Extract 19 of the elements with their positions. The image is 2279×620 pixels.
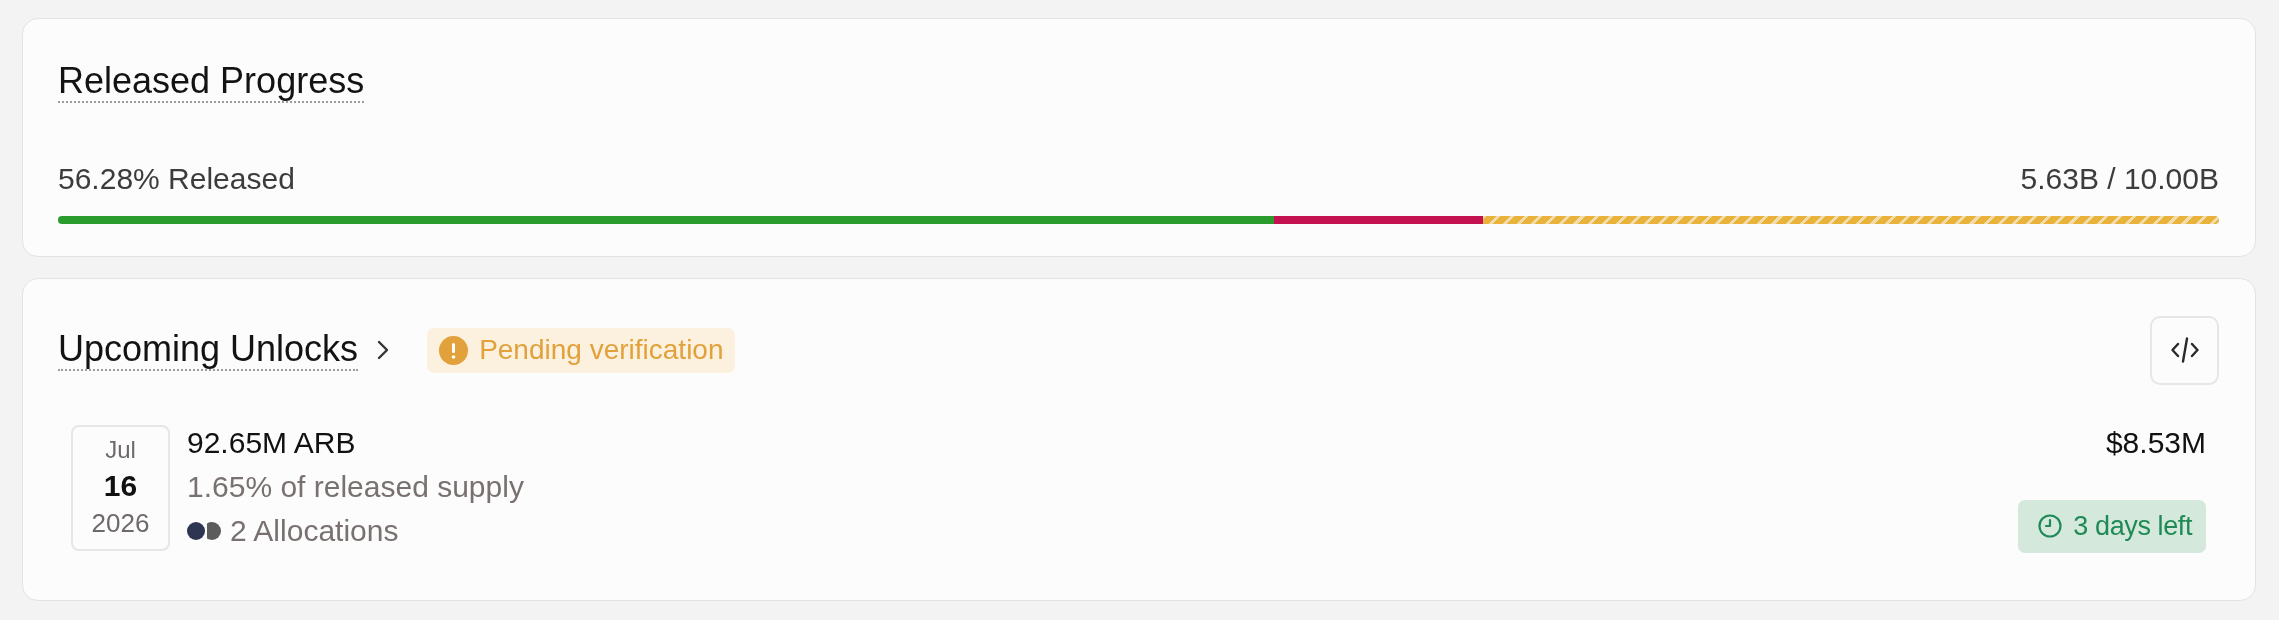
allocation-dot-icon bbox=[187, 521, 205, 540]
supply-share-text: 1.65% of released supply bbox=[187, 468, 524, 505]
countdown-text: 3 days left bbox=[2073, 510, 2192, 542]
released-amount: 5.63B / 10.00B bbox=[2020, 161, 2219, 197]
clock-icon bbox=[2038, 514, 2063, 538]
embed-code-button[interactable] bbox=[2150, 315, 2219, 385]
verification-status-text: Pending verification bbox=[479, 334, 724, 366]
date-year: 2026 bbox=[91, 506, 150, 540]
allocations-count: 2 Allocations bbox=[230, 512, 399, 549]
unlock-amount: 92.65M ARB bbox=[187, 424, 356, 461]
unlock-value: $8.53M bbox=[2105, 424, 2206, 461]
card-title: Upcoming Unlocks bbox=[58, 329, 359, 371]
code-icon bbox=[2170, 337, 2199, 363]
card-title: Released Progress bbox=[58, 61, 365, 103]
chevron-right-icon[interactable] bbox=[377, 340, 390, 360]
date-month: Jul bbox=[105, 434, 136, 465]
warning-icon bbox=[439, 335, 469, 365]
released-percent: 56.28% Released bbox=[58, 161, 295, 197]
date-day: 16 bbox=[103, 466, 138, 505]
